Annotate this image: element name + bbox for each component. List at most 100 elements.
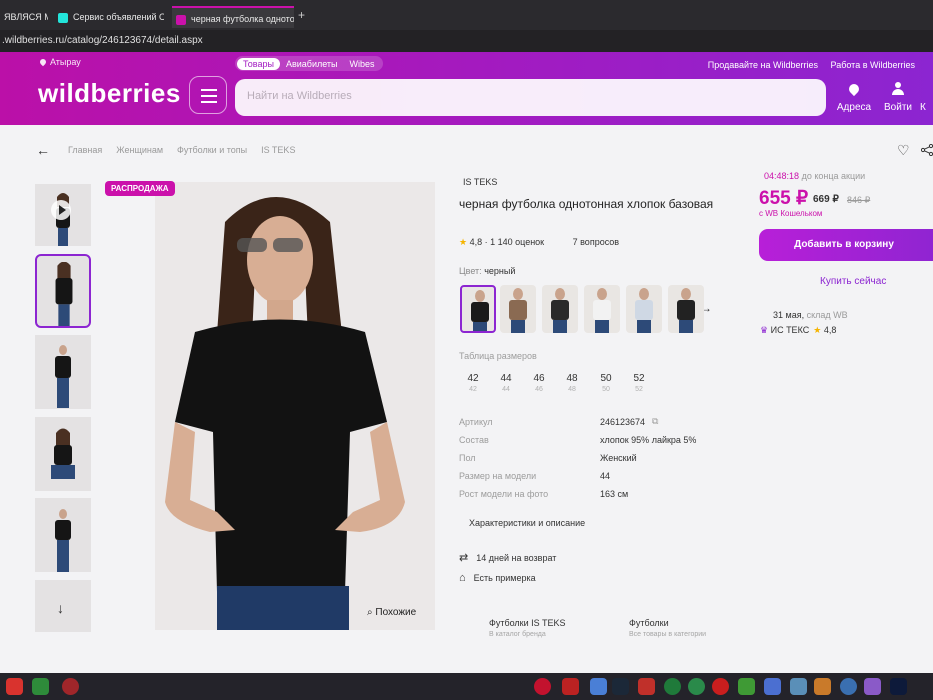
app-icon[interactable] bbox=[764, 678, 781, 695]
browser-tab[interactable]: ЯВЛЯСЯ МЕ bbox=[0, 6, 48, 28]
addresses-button[interactable]: Адреса bbox=[834, 81, 874, 113]
spec-value: 44 bbox=[600, 471, 611, 481]
color-swatch[interactable] bbox=[626, 285, 662, 333]
steam-app-icon[interactable] bbox=[612, 678, 629, 695]
swatch-image bbox=[593, 288, 611, 333]
breadcrumb-item[interactable]: Футболки и топы bbox=[177, 145, 247, 155]
brand-catalog-card[interactable]: Футболки IS TEKS В каталог бренда bbox=[489, 618, 566, 638]
gallery-thumb[interactable] bbox=[35, 417, 91, 491]
segment-goods[interactable]: Товары bbox=[237, 57, 280, 70]
app-icon[interactable] bbox=[688, 678, 705, 695]
questions-link[interactable]: 7 вопросов bbox=[573, 237, 619, 247]
share-icon[interactable] bbox=[921, 144, 933, 156]
app-icon[interactable] bbox=[590, 678, 607, 695]
breadcrumb-item[interactable]: IS TEKS bbox=[261, 145, 295, 155]
color-swatch[interactable] bbox=[460, 285, 496, 333]
promo-timer: 04:48:18 до конца акции bbox=[764, 171, 865, 181]
app-icon[interactable] bbox=[562, 678, 579, 695]
app-icon[interactable] bbox=[664, 678, 681, 695]
color-swatch[interactable] bbox=[500, 285, 536, 333]
size-option[interactable]: 52 52 bbox=[626, 373, 652, 393]
gallery-thumb-selected[interactable] bbox=[35, 254, 91, 328]
delivery-place: склад WB bbox=[806, 310, 848, 320]
favorite-heart-icon[interactable]: ♡ bbox=[897, 142, 910, 159]
delivery-date: 31 мая, bbox=[773, 310, 805, 320]
star-icon: ★ bbox=[813, 325, 822, 335]
gallery-thumb-video[interactable] bbox=[35, 184, 91, 246]
wildberries-logo[interactable]: wildberries bbox=[38, 78, 181, 109]
breadcrumb-item[interactable]: Главная bbox=[68, 145, 102, 155]
copy-icon[interactable]: ⧉ bbox=[652, 416, 658, 427]
similar-button[interactable]: ⌕ Похожие bbox=[367, 607, 416, 618]
gallery-thumb[interactable] bbox=[35, 498, 91, 572]
photoshop-app-icon[interactable] bbox=[890, 678, 907, 695]
characteristics-link[interactable]: Характеристики и описание bbox=[469, 518, 585, 528]
crown-icon: ♛ bbox=[760, 325, 769, 335]
brand-link[interactable]: IS TEKS bbox=[463, 177, 497, 187]
opera-app-icon[interactable] bbox=[62, 678, 79, 695]
size-ru: 44 bbox=[502, 386, 510, 393]
color-label: Цвет: черный bbox=[459, 266, 515, 276]
add-to-cart-button[interactable]: Добавить в корзину bbox=[759, 229, 933, 261]
size-table-link[interactable]: Таблица размеров bbox=[459, 351, 537, 361]
search-input[interactable]: Найти на Wildberries bbox=[235, 79, 826, 116]
menu-button[interactable] bbox=[189, 76, 227, 114]
address-bar[interactable]: .wildberries.ru/catalog/246123674/detail… bbox=[0, 30, 933, 52]
rating-row: ★ 4,8 · 1 140 оценок 7 вопросов bbox=[459, 237, 620, 247]
spec-key: Артикул bbox=[459, 417, 493, 427]
return-info: ⇄ 14 дней на возврат bbox=[459, 551, 556, 564]
similar-label: Похожие bbox=[375, 607, 417, 618]
size-option[interactable]: 46 46 bbox=[526, 373, 552, 393]
location-selector[interactable]: Атырау bbox=[38, 57, 81, 67]
breadcrumb: ← Главная Женщинам Футболки и топы IS TE… bbox=[36, 142, 295, 158]
spec-key: Пол bbox=[459, 453, 476, 463]
browser-tab[interactable]: Сервис объявлений OLX bbox=[54, 6, 164, 28]
buy-now-button[interactable]: Купить сейчас bbox=[820, 276, 886, 287]
delivery-info: 31 мая, склад WB bbox=[773, 310, 848, 320]
new-tab-button[interactable]: + bbox=[298, 8, 305, 22]
scroll-down-arrow-icon[interactable]: ↓ bbox=[57, 600, 64, 616]
segment-wibes[interactable]: Wibes bbox=[344, 58, 381, 70]
opera-gx-app-icon[interactable] bbox=[534, 678, 551, 695]
main-product-photo[interactable] bbox=[155, 182, 435, 630]
app-icon[interactable] bbox=[790, 678, 807, 695]
xbox-app-icon[interactable] bbox=[32, 678, 49, 695]
category-card-title: Футболки bbox=[629, 618, 669, 628]
size-option[interactable]: 42 42 bbox=[460, 373, 486, 393]
back-arrow-icon[interactable]: ← bbox=[36, 142, 50, 158]
jobs-link[interactable]: Работа в Wildberries bbox=[831, 60, 916, 70]
breadcrumb-item[interactable]: Женщинам bbox=[116, 145, 163, 155]
spec-value: хлопок 95% лайкра 5% bbox=[600, 435, 697, 445]
hanger-icon: ⌂ bbox=[459, 572, 466, 584]
price-wallet-main: 655 ₽ bbox=[759, 188, 809, 209]
model-thumb-image bbox=[55, 509, 71, 572]
model-photo-image bbox=[155, 182, 435, 630]
color-swatch[interactable] bbox=[542, 285, 578, 333]
fitting-label: Есть примерка bbox=[473, 573, 536, 583]
app-icon[interactable] bbox=[6, 678, 23, 695]
size-option[interactable]: 50 50 bbox=[593, 373, 619, 393]
wallet-note[interactable]: с WB Кошельком bbox=[759, 209, 822, 218]
app-icon[interactable] bbox=[814, 678, 831, 695]
sell-link[interactable]: Продавайте на Wildberries bbox=[708, 60, 818, 70]
search-placeholder: Найти на Wildberries bbox=[247, 90, 352, 102]
size-option[interactable]: 44 44 bbox=[493, 373, 519, 393]
swatch-image bbox=[677, 288, 695, 333]
gallery-thumb[interactable]: ↓ bbox=[35, 580, 91, 632]
color-swatch[interactable] bbox=[584, 285, 620, 333]
app-icon[interactable] bbox=[864, 678, 881, 695]
app-icon[interactable] bbox=[738, 678, 755, 695]
app-icon[interactable] bbox=[638, 678, 655, 695]
color-swatch[interactable] bbox=[668, 285, 704, 333]
category-card[interactable]: Футболки Все товары в категории bbox=[629, 618, 706, 638]
app-icon[interactable] bbox=[840, 678, 857, 695]
segment-flights[interactable]: Авиабилеты bbox=[280, 58, 344, 70]
login-button[interactable]: Войти bbox=[878, 82, 918, 113]
addresses-label: Адреса bbox=[836, 102, 872, 113]
gallery-thumb[interactable] bbox=[35, 335, 91, 409]
app-icon[interactable] bbox=[712, 678, 729, 695]
reviews-link[interactable]: 1 140 оценок bbox=[490, 237, 544, 247]
size-option[interactable]: 48 48 bbox=[559, 373, 585, 393]
browser-tab-active[interactable]: черная футболка одното bbox=[172, 6, 294, 28]
seller-link[interactable]: ♛ ИС ТЕКС ★ 4,8 bbox=[760, 325, 836, 336]
